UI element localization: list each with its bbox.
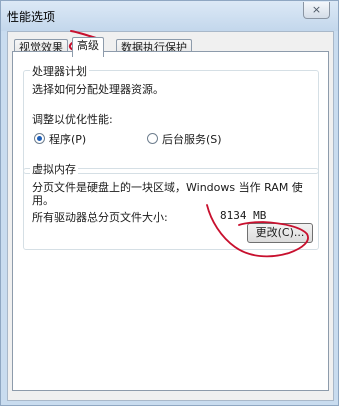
programs-radio-label[interactable]: 程序(P) (49, 131, 86, 147)
performance-options-window: 性能选项 × 视觉效果 高级 数据执行保护 处理器计划 选择如何分配处理器资源。… (0, 0, 339, 406)
background-services-radio-label[interactable]: 后台服务(S) (162, 131, 222, 147)
total-paging-file-label: 所有驱动器总分页文件大小: (32, 211, 168, 224)
virtual-memory-description-line1: 分页文件是硬盘上的一块区域，Windows 当作 RAM 使 (32, 181, 303, 194)
dialog-client: 视觉效果 高级 数据执行保护 处理器计划 选择如何分配处理器资源。 调整以优化性… (7, 31, 334, 401)
processor-scheduling-group: 处理器计划 选择如何分配处理器资源。 调整以优化性能: 程序(P) 后台服务(S… (23, 63, 319, 174)
advanced-tab-panel: 处理器计划 选择如何分配处理器资源。 调整以优化性能: 程序(P) 后台服务(S… (12, 51, 329, 391)
tab-advanced[interactable]: 高级 (72, 37, 104, 57)
background-services-radio[interactable] (147, 133, 158, 144)
close-button[interactable]: × (303, 2, 330, 19)
processor-scheduling-description: 选择如何分配处理器资源。 (32, 83, 164, 96)
total-paging-file-value: 8134 MB (220, 209, 267, 222)
virtual-memory-group: 虚拟内存 分页文件是硬盘上的一块区域，Windows 当作 RAM 使 用。 所… (23, 161, 319, 250)
change-button[interactable]: 更改(C)... (247, 223, 313, 243)
programs-radio[interactable] (34, 133, 45, 144)
virtual-memory-title: 虚拟内存 (30, 161, 78, 177)
processor-scheduling-title: 处理器计划 (30, 63, 89, 79)
virtual-memory-description-line2: 用。 (32, 194, 54, 207)
window-title: 性能选项 (7, 10, 56, 24)
close-icon: × (311, 3, 322, 16)
title-bar[interactable]: 性能选项 × (1, 1, 338, 31)
adjust-performance-label: 调整以优化性能: (32, 113, 113, 126)
